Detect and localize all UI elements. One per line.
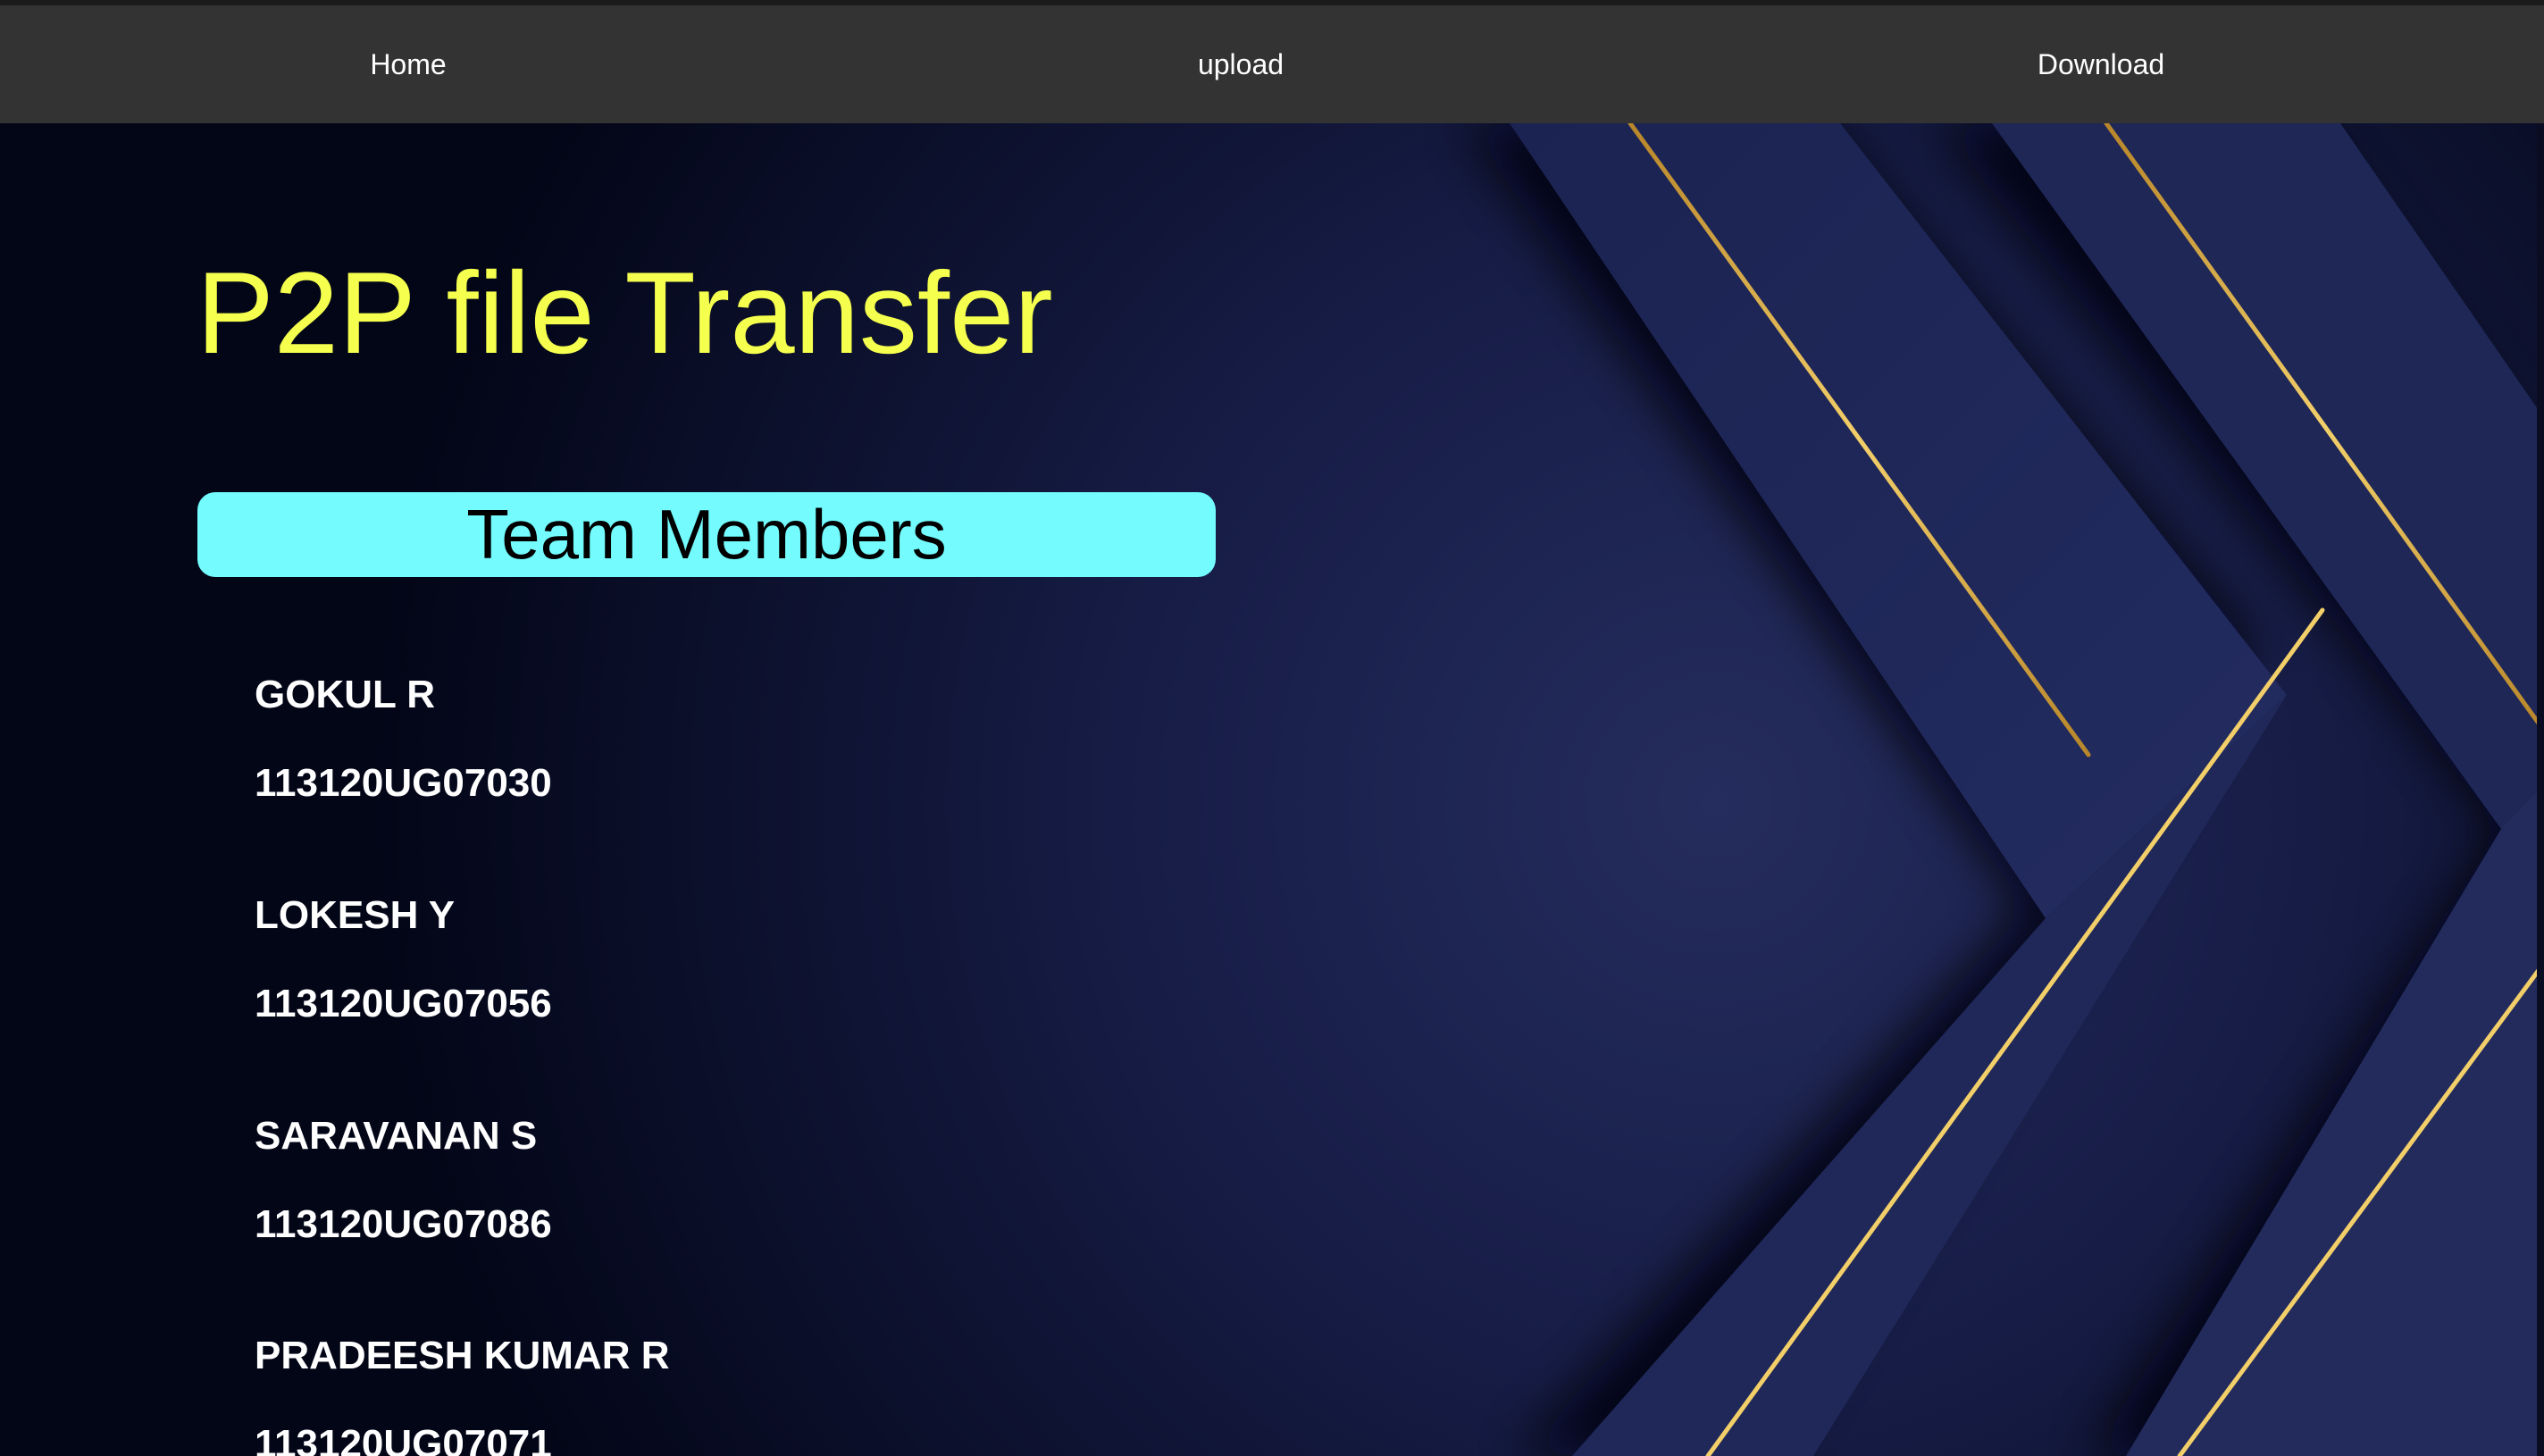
member-name: PRADEESH KUMAR R: [255, 1334, 670, 1377]
member-id: 113120UG07056: [255, 982, 552, 1025]
member-name: GOKUL R: [255, 673, 436, 716]
top-navbar: Home upload Download: [0, 5, 2544, 123]
nav-download-link[interactable]: Download: [2038, 5, 2164, 123]
member-name: SARAVANAN S: [255, 1114, 538, 1158]
member-name: LOKESH Y: [255, 893, 456, 937]
team-members-banner: Team Members: [197, 492, 1216, 577]
member-id: 113120UG07086: [255, 1202, 552, 1246]
team-members-heading: Team Members: [466, 495, 947, 573]
page: Home upload Download P2P file Transfer T…: [0, 0, 2544, 1456]
nav-home-link[interactable]: Home: [370, 5, 446, 123]
member-id: 113120UG07071: [255, 1422, 552, 1456]
page-title: P2P file Transfer: [197, 247, 1053, 378]
member-id: 113120UG07030: [255, 761, 552, 805]
nav-upload-link[interactable]: upload: [1198, 5, 1284, 123]
